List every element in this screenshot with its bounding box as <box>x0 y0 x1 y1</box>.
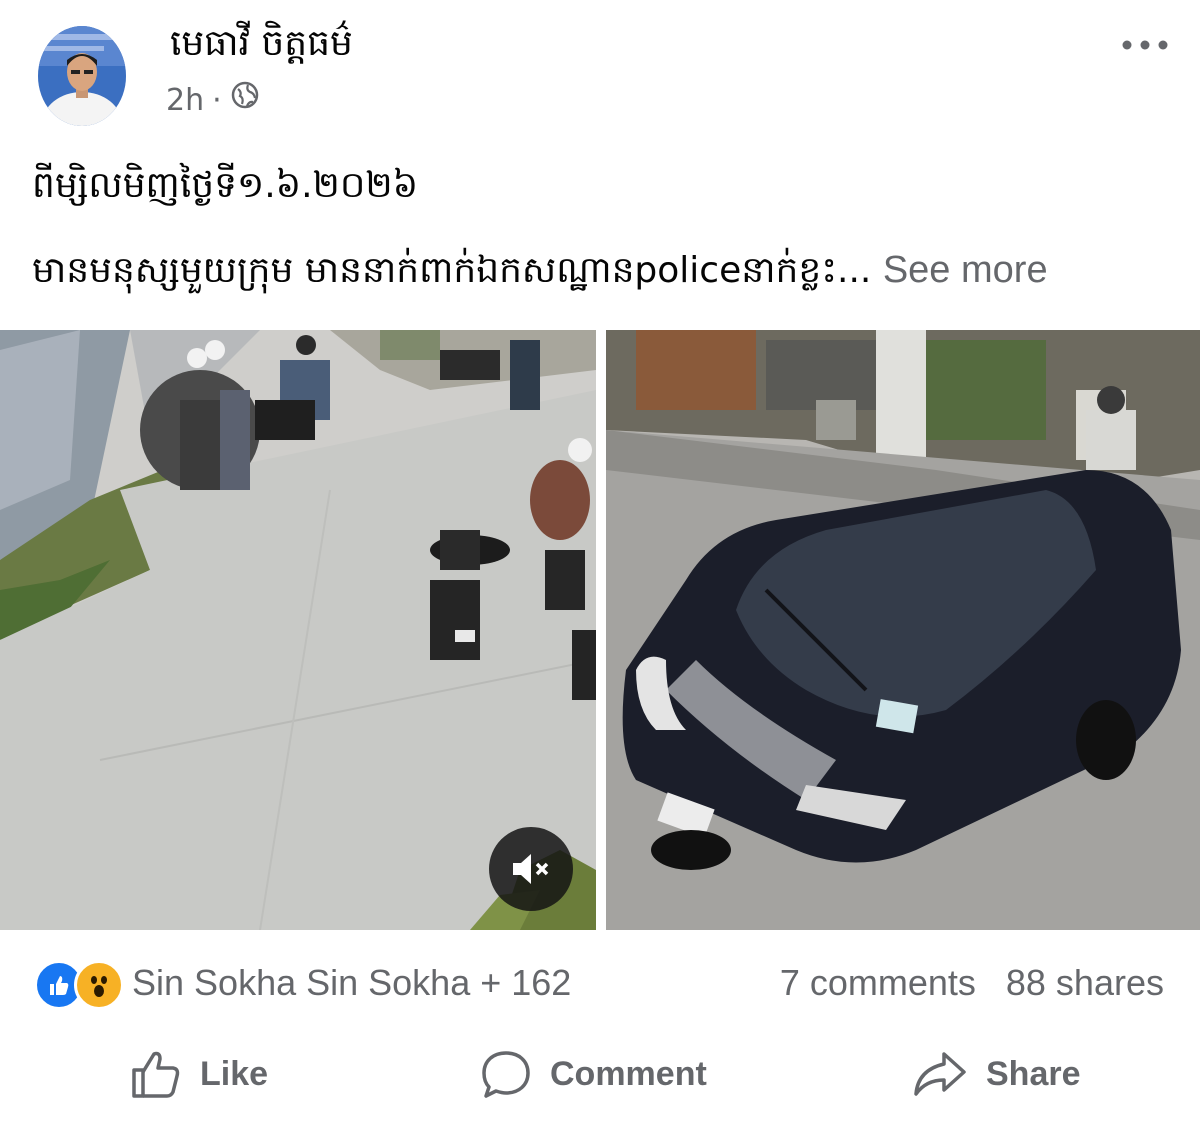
comment-button[interactable]: Comment <box>480 1044 707 1104</box>
post-stats: Sin Sokha Sin Sokha + 162 7 comments 88 … <box>0 950 1200 1020</box>
car-photo[interactable] <box>606 330 1200 930</box>
share-arrow-icon <box>914 1052 966 1096</box>
reaction-icons[interactable] <box>34 960 124 1010</box>
shares-count[interactable]: 88 shares <box>1006 962 1164 1004</box>
post-text-line-2-content: មានមនុស្សមួយក្រុម មាននាក់ពាក់ឯកសណ្ឋានpol… <box>32 250 872 291</box>
post-media <box>0 330 1200 930</box>
post-header: មេធាវី ចិត្តធម៌ 2h · <box>0 0 1200 140</box>
see-more-link[interactable]: See more <box>883 249 1048 291</box>
comment-label: Comment <box>550 1054 707 1093</box>
engagement-counts: 7 comments 88 shares <box>780 962 1164 1004</box>
ellipsis-icon <box>1122 40 1168 50</box>
comment-bubble-icon <box>482 1051 530 1098</box>
thumbs-up-icon <box>132 1051 180 1098</box>
more-options-button[interactable] <box>1120 30 1170 60</box>
comments-count[interactable]: 7 comments <box>780 962 976 1004</box>
post-text-line-1: ពីម្សិលមិញថ្ងៃទី១.៦.២០២៦ <box>32 165 419 206</box>
globe-icon <box>230 80 260 121</box>
post-meta: 2h · <box>166 80 260 121</box>
share-button[interactable]: Share <box>912 1044 1081 1104</box>
meta-separator: · <box>212 82 222 118</box>
share-label: Share <box>986 1054 1081 1093</box>
author-name[interactable]: មេធាវី ចិត្តធម៌ <box>170 22 353 66</box>
reactors-summary[interactable]: Sin Sokha Sin Sokha + 162 <box>132 962 571 1004</box>
mute-button[interactable] <box>489 827 573 911</box>
post-text-line-2: មានមនុស្សមួយក្រុម មាននាក់ពាក់ឯកសណ្ឋានpol… <box>32 240 1048 301</box>
cctv-video[interactable] <box>0 330 596 930</box>
speaker-muted-icon <box>513 854 549 884</box>
wow-reaction-icon <box>74 960 124 1010</box>
post-time[interactable]: 2h <box>166 81 204 121</box>
like-button[interactable]: Like <box>130 1044 268 1104</box>
author-avatar[interactable] <box>38 26 126 126</box>
post-actions: Like Comment Share <box>0 1030 1200 1120</box>
like-label: Like <box>200 1054 269 1093</box>
